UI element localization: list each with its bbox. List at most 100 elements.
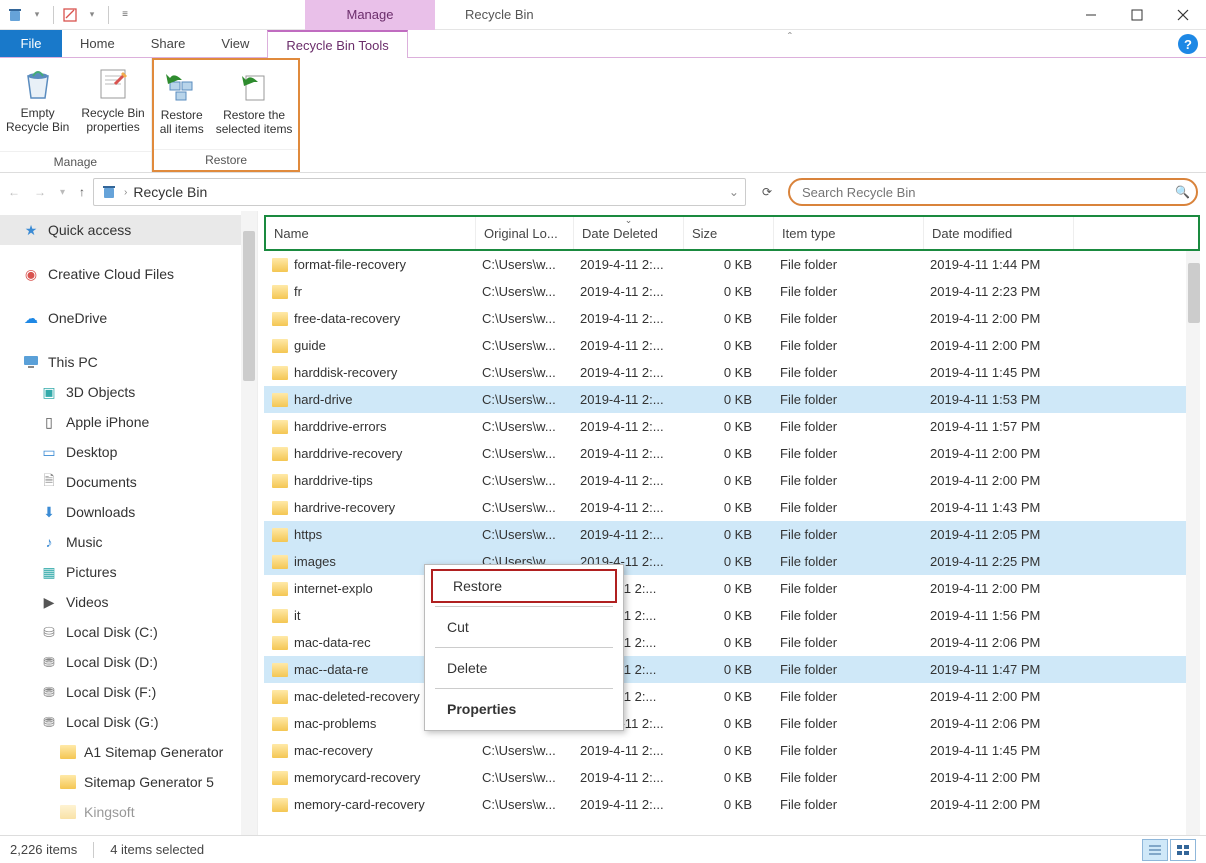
cell-date-deleted: 2019-4-11 2:... [572,527,682,542]
forward-button[interactable]: → [34,185,46,199]
table-row[interactable]: harddrive-tipsC:\Users\w...2019-4-11 2:.… [264,467,1200,494]
tab-home[interactable]: Home [62,30,133,57]
overflow-icon[interactable]: ≡ [116,6,134,24]
sidebar-apple-iphone[interactable]: ▯Apple iPhone [0,407,257,437]
tab-view[interactable]: View [203,30,267,57]
table-row[interactable]: harddrive-errorsC:\Users\w...2019-4-11 2… [264,413,1200,440]
table-row[interactable]: internet-explo019-4-11 2:...0 KBFile fol… [264,575,1200,602]
sidebar-desktop[interactable]: ▭Desktop [0,437,257,467]
sidebar-pictures[interactable]: ▦Pictures [0,557,257,587]
sidebar-sitemap-generator[interactable]: Sitemap Generator 5 [0,767,257,797]
table-row[interactable]: imagesC:\Users\w...2019-4-11 2:...0 KBFi… [264,548,1200,575]
search-icon[interactable]: 🔍 [1175,185,1190,199]
chevron-down-icon[interactable]: ▾ [83,6,101,24]
folder-icon [272,609,288,623]
context-menu-properties[interactable]: Properties [427,692,621,726]
table-row[interactable]: httpsC:\Users\w...2019-4-11 2:...0 KBFil… [264,521,1200,548]
column-item-type[interactable]: Item type [774,217,924,249]
details-view-button[interactable] [1142,839,1168,861]
column-size[interactable]: Size [684,217,774,249]
context-menu-cut[interactable]: Cut [427,610,621,644]
sidebar-3d-objects[interactable]: ▣3D Objects [0,377,257,407]
restore-all-items-button[interactable]: Restore all items [154,62,210,149]
address-bar[interactable]: › Recycle Bin ⌄ [93,178,746,206]
cell-size: 0 KB [682,338,772,353]
close-button[interactable] [1160,0,1206,30]
chevron-down-icon[interactable]: ⌄ [729,185,739,199]
sidebar-disk-d[interactable]: ⛃Local Disk (D:) [0,647,257,677]
maximize-button[interactable] [1114,0,1160,30]
sidebar-music[interactable]: ♪Music [0,527,257,557]
recent-locations-icon[interactable]: ▾ [60,187,65,198]
chevron-down-icon[interactable]: ▾ [28,6,46,24]
sidebar-downloads[interactable]: ⬇Downloads [0,497,257,527]
table-row[interactable]: mac-problemsC:\Users\w...2019-4-11 2:...… [264,710,1200,737]
list-scrollbar[interactable] [1186,251,1200,835]
breadcrumb-segment[interactable]: Recycle Bin [133,184,207,200]
refresh-button[interactable]: ⟳ [754,185,780,199]
table-row[interactable]: memorycard-recoveryC:\Users\w...2019-4-1… [264,764,1200,791]
folder-icon [272,555,288,569]
chevron-right-icon[interactable]: › [124,187,127,198]
table-row[interactable]: format-file-recoveryC:\Users\w...2019-4-… [264,251,1200,278]
sidebar-disk-f[interactable]: ⛃Local Disk (F:) [0,677,257,707]
tab-recycle-bin-tools[interactable]: Recycle Bin Tools [267,30,407,58]
scrollbar-thumb[interactable] [1188,263,1200,323]
folder-icon [272,717,288,731]
scrollbar-thumb[interactable] [243,231,255,381]
sidebar-item-label: Downloads [66,504,135,520]
table-row[interactable]: mac-deleted-recoveryC:\Users\w...019-4-1… [264,683,1200,710]
cell-date-deleted: 2019-4-11 2:... [572,311,682,326]
cell-name: fr [264,284,474,299]
sidebar-disk-g[interactable]: ⛃Local Disk (G:) [0,707,257,737]
back-button[interactable]: ← [8,185,20,199]
sidebar-scrollbar[interactable] [241,211,257,835]
column-original-location[interactable]: Original Lo... [476,217,574,249]
search-input[interactable] [802,185,1184,200]
sidebar-kingsoft[interactable]: Kingsoft [0,797,257,827]
column-date-deleted[interactable]: ⌄Date Deleted [574,217,684,249]
cell-item-type: File folder [772,554,922,569]
sidebar-disk-c[interactable]: ⛁Local Disk (C:) [0,617,257,647]
sidebar-this-pc[interactable]: This PC [0,347,257,377]
search-box[interactable]: 🔍 [788,178,1198,206]
table-row[interactable]: memory-card-recoveryC:\Users\w...2019-4-… [264,791,1200,818]
sidebar-quick-access[interactable]: ★Quick access [0,215,257,245]
up-button[interactable]: ↑ [79,185,85,199]
column-date-modified[interactable]: Date modified [924,217,1074,249]
table-row[interactable]: frC:\Users\w...2019-4-11 2:...0 KBFile f… [264,278,1200,305]
sidebar-creative-cloud[interactable]: ◉Creative Cloud Files [0,259,257,289]
table-row[interactable]: hard-driveC:\Users\w...2019-4-11 2:...0 … [264,386,1200,413]
table-row[interactable]: guideC:\Users\w...2019-4-11 2:...0 KBFil… [264,332,1200,359]
context-menu-delete[interactable]: Delete [427,651,621,685]
sidebar-documents[interactable]: 🗎Documents [0,467,257,497]
minimize-button[interactable] [1068,0,1114,30]
table-row[interactable]: mac-recoveryC:\Users\w...2019-4-11 2:...… [264,737,1200,764]
tab-file[interactable]: File [0,30,62,57]
column-name[interactable]: Name [266,217,476,249]
sidebar-videos[interactable]: ▶Videos [0,587,257,617]
sidebar-a1-sitemap[interactable]: A1 Sitemap Generator [0,737,257,767]
table-row[interactable]: it019-4-11 2:...0 KBFile folder2019-4-11… [264,602,1200,629]
separator [108,6,109,24]
table-row[interactable]: harddisk-recoveryC:\Users\w...2019-4-11 … [264,359,1200,386]
help-icon[interactable]: ? [1178,34,1198,54]
recycle-bin-properties-button[interactable]: Recycle Bin properties [75,60,150,151]
context-menu-restore[interactable]: Restore [431,569,617,603]
tab-share[interactable]: Share [133,30,204,57]
restore-selected-items-button[interactable]: Restore the selected items [210,62,299,149]
sidebar-onedrive[interactable]: ☁OneDrive [0,303,257,333]
table-row[interactable]: mac--data-re019-4-11 2:...0 KBFile folde… [264,656,1200,683]
table-row[interactable]: free-data-recoveryC:\Users\w...2019-4-11… [264,305,1200,332]
properties-icon[interactable] [61,6,79,24]
collapse-ribbon-icon[interactable]: ˆ [788,30,792,57]
empty-recycle-bin-button[interactable]: Empty Recycle Bin [0,60,75,151]
file-name: harddrive-tips [294,473,373,488]
table-row[interactable]: mac-data-rec019-4-11 2:...0 KBFile folde… [264,629,1200,656]
large-icons-view-button[interactable] [1170,839,1196,861]
table-row[interactable]: harddrive-recoveryC:\Users\w...2019-4-11… [264,440,1200,467]
table-row[interactable]: hardrive-recoveryC:\Users\w...2019-4-11 … [264,494,1200,521]
cell-date-modified: 2019-4-11 2:05 PM [922,527,1072,542]
cell-size: 0 KB [682,311,772,326]
folder-icon [272,366,288,380]
